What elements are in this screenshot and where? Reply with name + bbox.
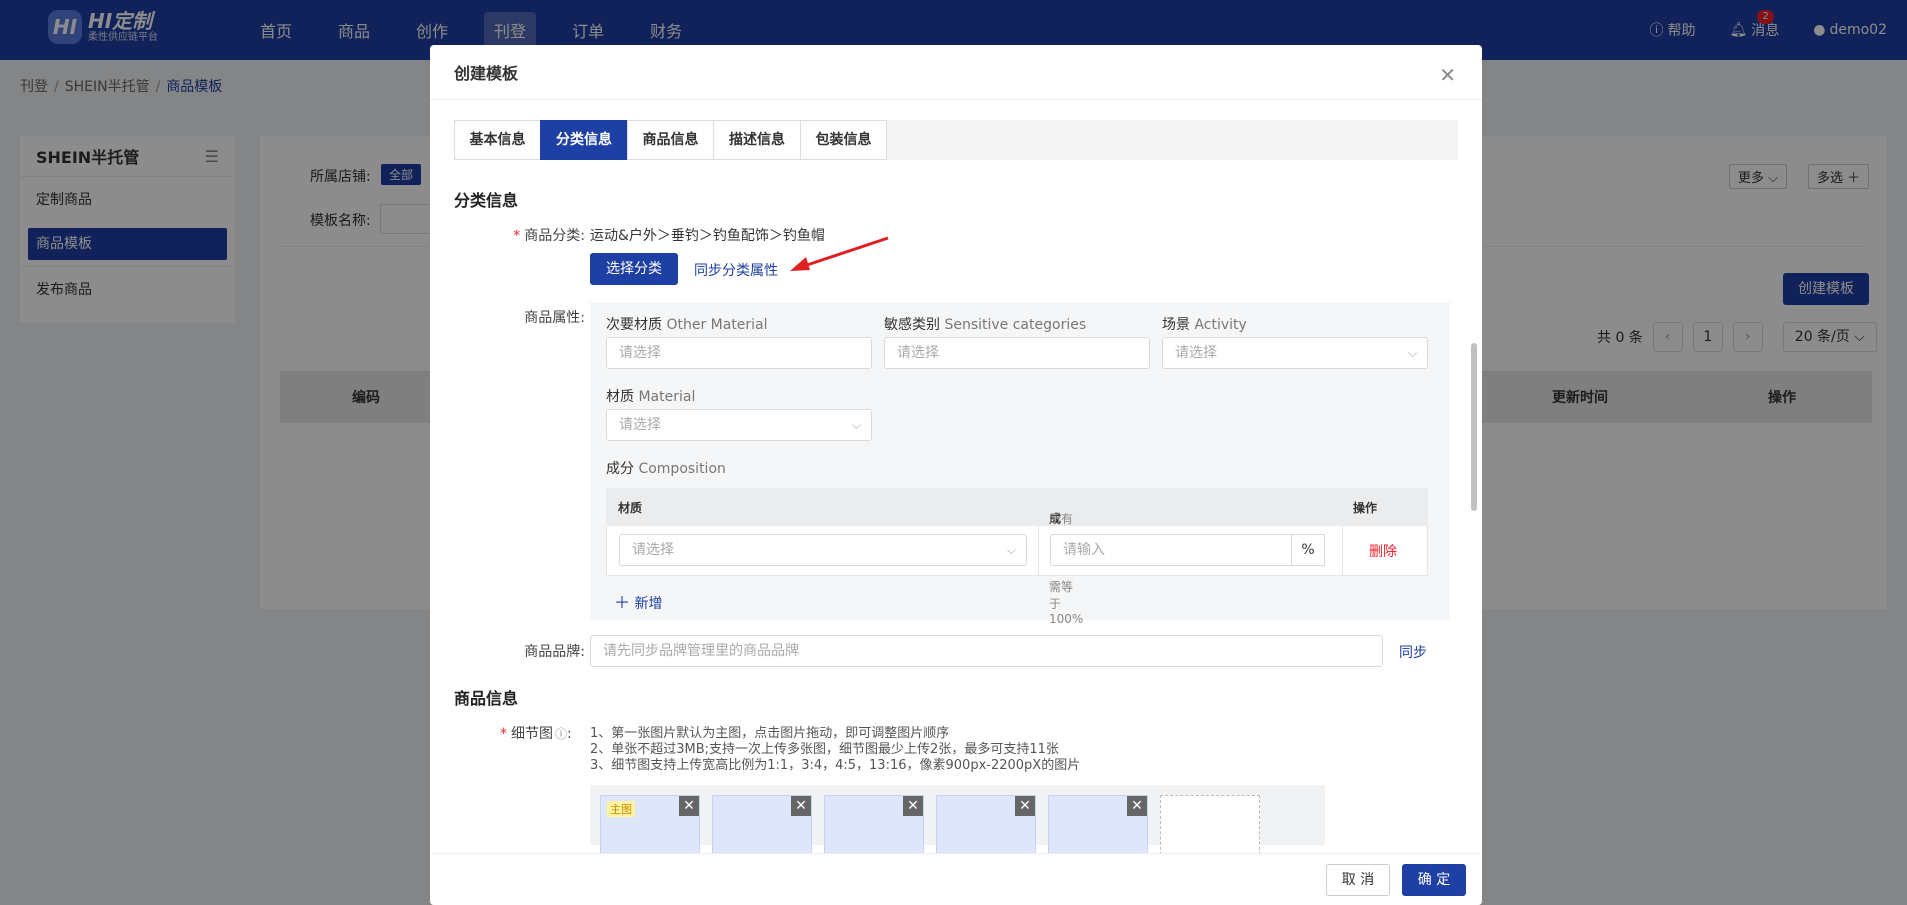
main-image-tag: 主图 [607,801,635,817]
composition-material-select[interactable]: 请选择 ⌵ [619,534,1027,566]
detail-image[interactable]: ✕ [712,795,812,855]
brand-label: 商品品牌: [524,644,585,660]
secondary-material-select[interactable]: 请选择 [606,337,872,369]
detail-hint-3: 3、细节图支持上传宽高比例为1:1，3:4，4:5，13:16，像素900px-… [590,758,1081,773]
material-label: 材质 Material [606,389,696,405]
col-material: 材质 [618,501,643,515]
modal-scrollbar[interactable] [1471,343,1477,511]
detail-image-label: * 细节图 ⓘ: [500,726,572,742]
delete-row-link[interactable]: 删除 [1369,541,1397,561]
tab-packaging-info[interactable]: 包装信息 [800,120,887,160]
attributes-panel: 次要材质 Other Material 请选择 敏感类别 Sensitive c… [590,302,1450,626]
attributes-label: 商品属性: [524,310,585,326]
secondary-material-label: 次要材质 Other Material [606,317,768,333]
brand-sync-link[interactable]: 同步 [1399,642,1427,662]
tab-description-info[interactable]: 描述信息 [713,120,801,160]
remove-image-icon[interactable]: ✕ [903,796,923,816]
remove-image-icon[interactable]: ✕ [679,796,699,816]
chevron-down-icon: ⌵ [851,418,861,432]
material-select[interactable]: 请选择 ⌵ [606,409,872,441]
section-category-title: 分类信息 [454,191,519,210]
sensitive-category-label: 敏感类别 Sensitive categories [884,317,1087,333]
sync-category-attributes-link[interactable]: 同步分类属性 [694,260,778,280]
brand-input[interactable]: 请先同步品牌管理里的商品品牌 [590,635,1383,667]
sensitive-category-select[interactable]: 请选择 [884,337,1150,369]
plus-icon: ＋ [614,593,631,612]
category-label: * 商品分类: [513,228,585,244]
chevron-down-icon: ⌵ [1006,543,1016,557]
chevron-down-icon: ⌵ [1407,346,1417,360]
section-product-title: 商品信息 [454,689,519,708]
tab-basic-info[interactable]: 基本信息 [454,120,541,160]
detail-hint-2: 2、单张不超过3MB;支持一次上传多张图，细节图最少上传2张，最多可支持11张 [590,742,1059,757]
activity-select[interactable]: 请选择 ⌵ [1162,337,1428,369]
remove-image-icon[interactable]: ✕ [1015,796,1035,816]
percent-suffix: % [1291,534,1325,566]
tab-category-info[interactable]: 分类信息 [540,120,628,160]
detail-image[interactable]: ✕ [1048,795,1148,855]
question-icon[interactable]: ⓘ [555,727,567,741]
select-category-button[interactable]: 选择分类 [590,253,678,285]
composition-table-header: 材质 成分比例 所有成分比例之和需等于100% 操作 [606,488,1428,626]
confirm-button[interactable]: 确 定 [1402,864,1466,896]
detail-image-gallery: 主图 ✕ ✕ ✕ ✕ ✕ [590,785,1325,855]
composition-row: 请选择 ⌵ 请输入 % 删除 [606,526,1428,576]
modal-tabs: 基本信息 分类信息 商品信息 描述信息 包装信息 [454,120,1458,160]
red-arrow-annotation [790,236,889,271]
remove-image-icon[interactable]: ✕ [1127,796,1147,816]
detail-hint-1: 1、第一张图片默认为主图，点击图片拖动，即可调整图片顺序 [590,726,950,741]
composition-ratio-input[interactable]: 请输入 [1050,534,1292,566]
upload-image-slot[interactable] [1160,795,1260,855]
activity-label: 场景 Activity [1162,317,1247,333]
close-icon[interactable]: ✕ [1439,63,1456,87]
cancel-button[interactable]: 取 消 [1326,864,1390,896]
composition-label: 成分 Composition [606,461,726,477]
tab-product-info[interactable]: 商品信息 [627,120,714,160]
modal-footer: 取 消 确 定 [430,853,1482,905]
add-composition-button[interactable]: ＋ 新增 [614,589,662,613]
col-composition-actions: 操作 [1353,501,1378,515]
modal-title: 创建模板 [454,64,519,83]
detail-image[interactable]: ✕ [936,795,1036,855]
create-template-modal: 创建模板 ✕ 基本信息 分类信息 商品信息 描述信息 包装信息 分类信息 * 商品… [430,45,1482,905]
detail-image[interactable]: ✕ [824,795,924,855]
remove-image-icon[interactable]: ✕ [791,796,811,816]
detail-image-main[interactable]: 主图 ✕ [600,795,700,855]
